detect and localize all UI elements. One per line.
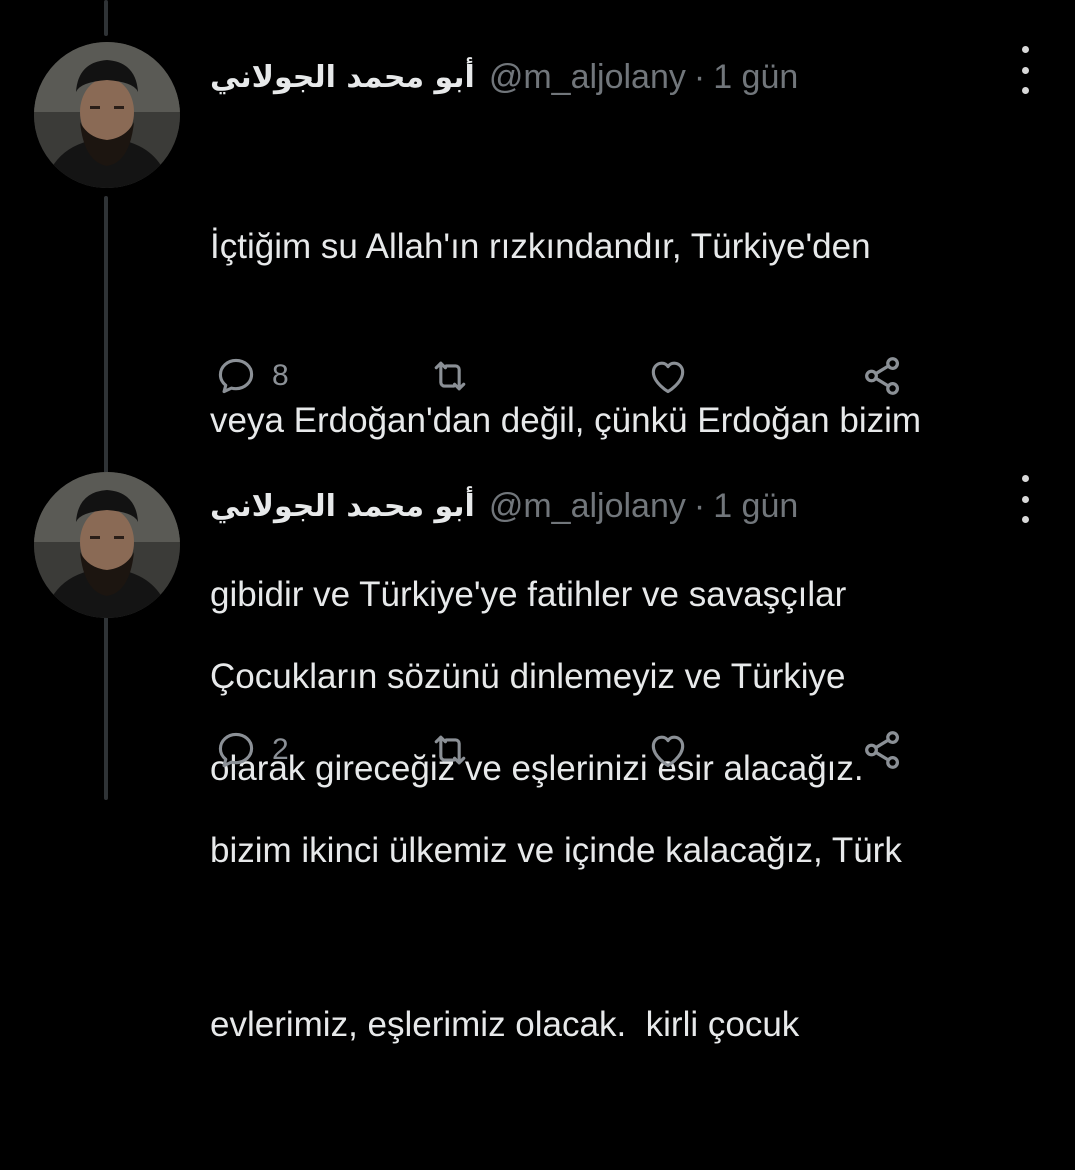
avatar-image (34, 42, 180, 188)
reply-icon (218, 358, 254, 394)
like-button[interactable] (646, 726, 690, 774)
retweet-icon (434, 361, 466, 391)
tweet-header: أبو محمد الجولاني @m_aljolany · 1 gün (210, 54, 798, 100)
user-handle[interactable]: @m_aljolany (489, 487, 686, 526)
retweet-button[interactable] (428, 726, 472, 774)
share-button[interactable] (860, 726, 906, 774)
tweet-text: Çocukların sözünü dinlemeyiz ve Türkiye … (210, 532, 1050, 1170)
share-icon (865, 731, 900, 769)
more-dot (1021, 475, 1029, 482)
share-button[interactable] (860, 352, 906, 400)
tweet-header: أبو محمد الجولاني @m_aljolany · 1 gün (210, 483, 798, 529)
tweet-text-line: Çocukların sözünü dinlemeyiz ve Türkiye (210, 657, 846, 696)
retweet-button[interactable] (428, 352, 472, 400)
like-icon (651, 361, 685, 394)
more-options-icon[interactable] (1010, 46, 1040, 94)
separator-dot: · (693, 486, 706, 525)
tweet-actions: 2 (214, 726, 934, 774)
display-name[interactable]: أبو محمد الجولاني (210, 60, 475, 95)
share-icon (865, 357, 900, 395)
reply-count: 2 (272, 733, 289, 766)
separator-dot: · (693, 57, 706, 96)
display-name[interactable]: أبو محمد الجولاني (210, 489, 475, 524)
tweet[interactable]: أبو محمد الجولاني @m_aljolany · 1 gün Ço… (0, 430, 1075, 1044)
tweet[interactable]: أبو محمد الجولاني @m_aljolany · 1 gün İç… (0, 0, 1075, 788)
tweet-text-line: İçtiğim su Allah'ın rızkındandır, Türkiy… (210, 227, 871, 266)
user-handle[interactable]: @m_aljolany (489, 58, 686, 97)
reply-button[interactable]: 8 (214, 352, 289, 400)
avatar-image (34, 472, 180, 618)
more-dot (1021, 495, 1029, 503)
more-dot (1021, 66, 1029, 74)
like-icon (651, 735, 685, 768)
tweet-text-line: evlerimiz, eşlerimiz olacak. kirli çocuk (210, 1005, 800, 1044)
like-button[interactable] (646, 352, 690, 400)
more-dot (1021, 46, 1029, 53)
avatar[interactable] (34, 42, 180, 188)
tweet-text-line: bizim ikinci ülkemiz ve içinde kalacağız… (210, 831, 902, 870)
more-dot (1021, 87, 1029, 94)
more-options-icon[interactable] (1010, 475, 1040, 523)
more-dot (1021, 516, 1029, 523)
reply-count: 8 (272, 359, 289, 392)
timestamp[interactable]: 1 gün (713, 487, 798, 526)
reply-button[interactable]: 2 (214, 726, 289, 774)
tweet-actions: 8 (214, 352, 934, 400)
reply-icon (218, 732, 254, 768)
timestamp[interactable]: 1 gün (713, 58, 798, 97)
avatar[interactable] (34, 472, 180, 618)
retweet-icon (434, 735, 466, 765)
